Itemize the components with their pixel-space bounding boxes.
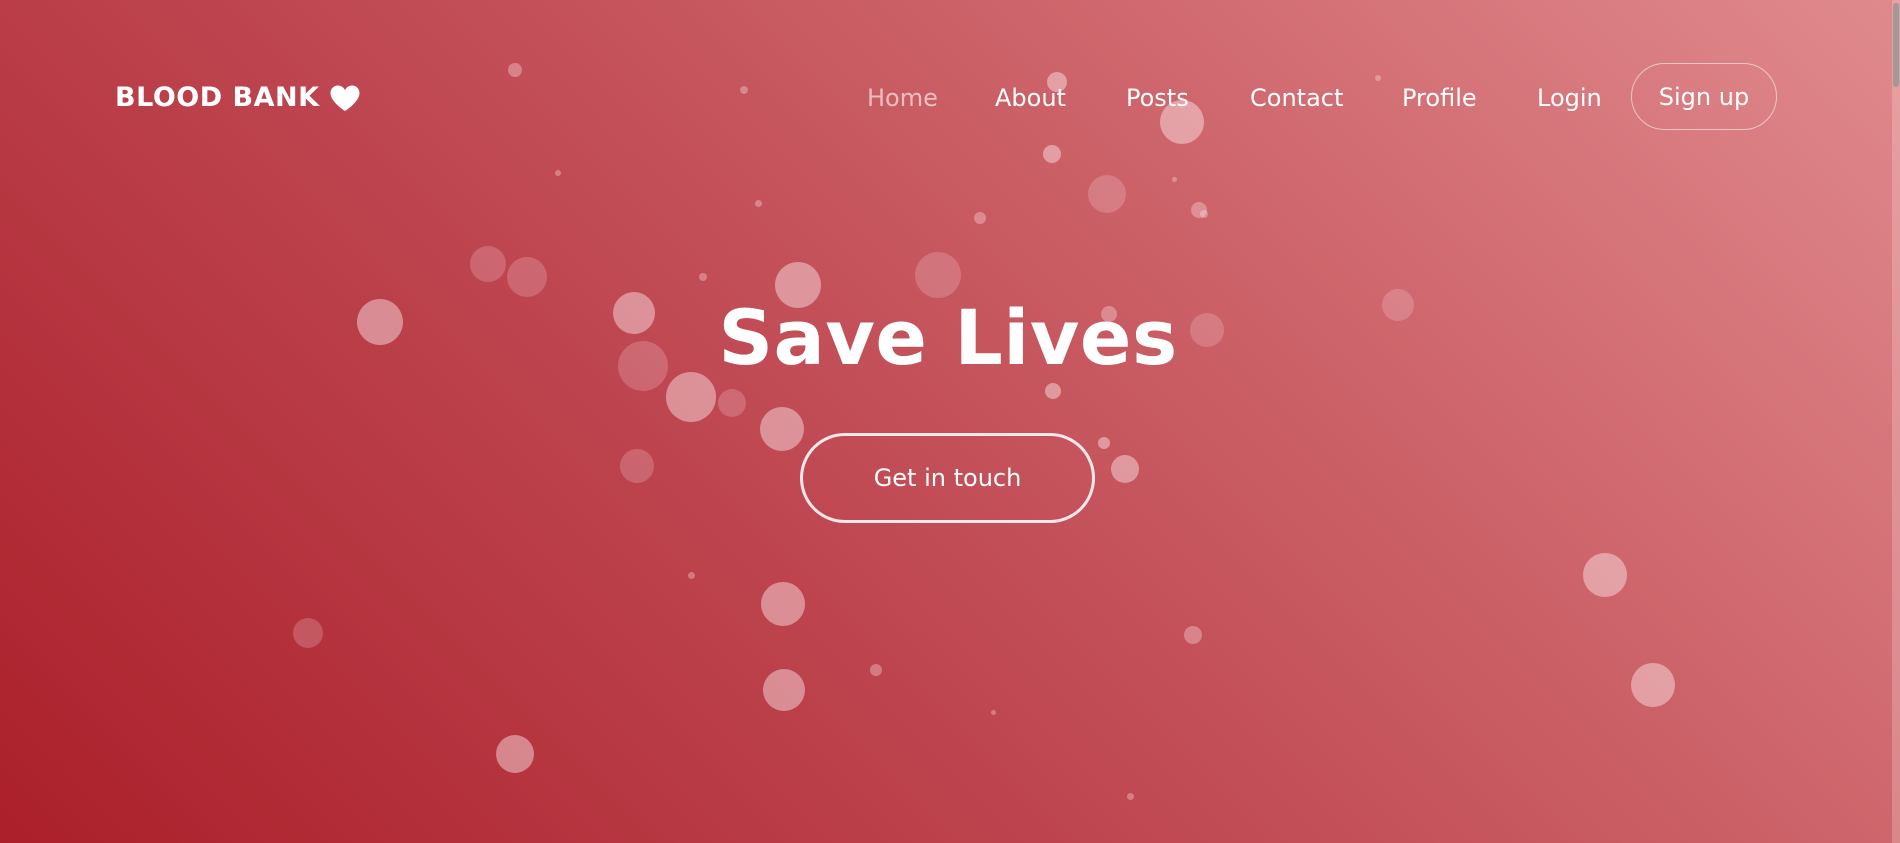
particle: [1111, 455, 1139, 483]
particle: [666, 372, 716, 422]
get-in-touch-button[interactable]: Get in touch: [800, 433, 1095, 523]
particle: [974, 212, 986, 224]
particle: [761, 582, 805, 626]
particle: [470, 246, 506, 282]
page-scrollbar[interactable]: [1892, 0, 1900, 843]
particle: [1127, 793, 1134, 800]
nav-login[interactable]: Login: [1537, 84, 1602, 112]
nav-posts[interactable]: Posts: [1126, 84, 1189, 112]
particle: [755, 200, 762, 207]
particle: [763, 669, 805, 711]
nav-about[interactable]: About: [995, 84, 1066, 112]
particle: [915, 252, 961, 298]
nav-home[interactable]: Home: [867, 84, 938, 112]
particle: [1098, 437, 1110, 449]
hero-title: Save Lives: [718, 293, 1178, 382]
nav-contact[interactable]: Contact: [1250, 84, 1343, 112]
particle: [688, 572, 695, 579]
particle: [1184, 626, 1202, 644]
heart-icon: [329, 84, 361, 112]
particle: [620, 449, 654, 483]
brand-name: BLOOD BANK: [115, 82, 320, 113]
particle: [699, 273, 707, 281]
navbar: BLOOD BANK Home About Posts Contact Prof…: [0, 0, 1900, 200]
particle: [991, 710, 996, 715]
brand-logo[interactable]: BLOOD BANK: [115, 82, 361, 113]
particle: [293, 618, 323, 648]
particle: [1045, 383, 1061, 399]
hero-section: BLOOD BANK Home About Posts Contact Prof…: [0, 0, 1900, 843]
particle: [1200, 210, 1208, 218]
particle: [870, 664, 882, 676]
scrollbar-thumb[interactable]: [1893, 3, 1899, 87]
particle: [760, 407, 804, 451]
particle: [507, 257, 547, 297]
particle: [1583, 553, 1627, 597]
signup-button[interactable]: Sign up: [1631, 63, 1777, 130]
particle: [718, 389, 746, 417]
particle: [496, 735, 534, 773]
particle: [1631, 663, 1675, 707]
nav-profile[interactable]: Profile: [1402, 84, 1477, 112]
